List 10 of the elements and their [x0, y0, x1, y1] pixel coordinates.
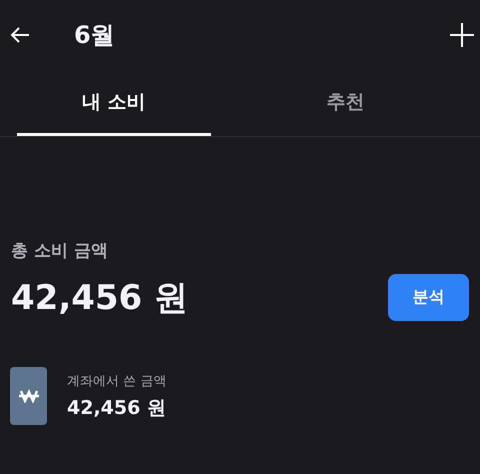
- source-amount: 42,456 원: [67, 396, 166, 420]
- tab[interactable]: 내 소비: [17, 70, 210, 136]
- analysis-button[interactable]: 분석: [388, 274, 469, 321]
- won-icon: [10, 367, 47, 425]
- page-title: 6월: [74, 20, 116, 51]
- plus-icon[interactable]: [448, 21, 476, 49]
- tab[interactable]: 추천: [248, 70, 442, 136]
- source-label: 계좌에서 쓴 금액: [67, 372, 166, 390]
- total-label: 총 소비 금액: [11, 240, 109, 262]
- total-amount: 42,456 원: [11, 276, 188, 320]
